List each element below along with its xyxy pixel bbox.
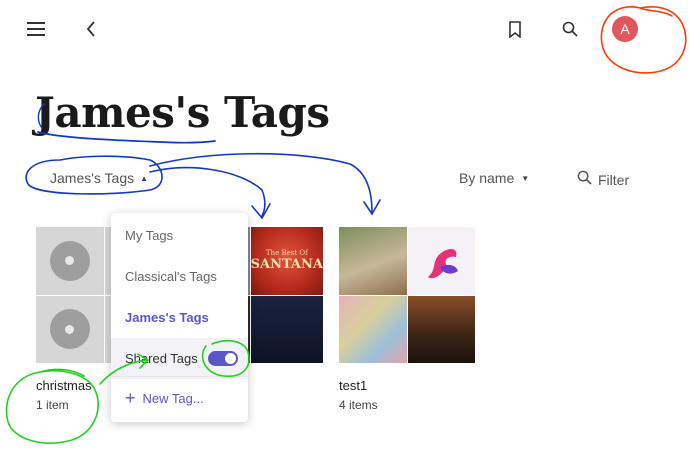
new-tag-button[interactable]: + New Tag... bbox=[125, 389, 204, 407]
caret-up-icon: ▲ bbox=[140, 173, 149, 183]
album-art bbox=[339, 227, 407, 295]
search-icon[interactable] bbox=[558, 17, 582, 41]
chevron-left-icon[interactable] bbox=[79, 17, 103, 41]
album-art-santana: The Best Of SANTANA bbox=[250, 227, 323, 295]
album-art bbox=[407, 295, 475, 363]
tag-selector-label: James's Tags bbox=[50, 170, 135, 186]
placeholder-disc-icon bbox=[36, 227, 104, 295]
dropdown-item-shared-tags[interactable]: Shared Tags bbox=[111, 338, 248, 379]
blue-arrow-line bbox=[149, 166, 266, 217]
tag-card-count: 1 item bbox=[36, 398, 69, 412]
dropdown-divider bbox=[111, 376, 248, 377]
dropdown-item-label: James's Tags bbox=[125, 310, 209, 325]
filter-label: Filter bbox=[598, 172, 630, 188]
blue-arrow-line bbox=[149, 152, 373, 213]
dropdown-item-label: My Tags bbox=[125, 228, 174, 243]
dropdown-item-label: Classical's Tags bbox=[125, 269, 217, 284]
avatar-initial: A bbox=[620, 21, 630, 37]
dropdown-item-my-tags[interactable]: My Tags bbox=[111, 215, 248, 256]
caret-down-icon: ▼ bbox=[521, 173, 530, 183]
album-art bbox=[339, 295, 407, 363]
dropdown-item-classical-tags[interactable]: Classical's Tags bbox=[111, 256, 248, 297]
album-art bbox=[407, 227, 475, 295]
bookmark-icon[interactable] bbox=[503, 17, 527, 41]
blue-arrowhead bbox=[363, 199, 381, 216]
page-title: James's Tags bbox=[35, 88, 330, 137]
new-tag-label: New Tag... bbox=[142, 390, 204, 406]
tag-card-title[interactable]: test1 bbox=[339, 378, 367, 393]
placeholder-disc-icon bbox=[36, 295, 104, 363]
tag-dropdown-menu: My Tags Classical's Tags James's Tags Sh… bbox=[111, 213, 248, 422]
filter-search-icon bbox=[577, 170, 592, 190]
tag-card-art-test1[interactable] bbox=[339, 227, 475, 363]
tag-card-title[interactable]: christmas bbox=[36, 378, 92, 393]
user-avatar[interactable]: A bbox=[612, 16, 638, 42]
album-art-subtitle: The Best Of bbox=[265, 249, 308, 258]
tag-selector[interactable]: James's Tags ▲ bbox=[50, 170, 148, 186]
album-art-title: SANTANA bbox=[250, 257, 323, 273]
shared-tags-toggle[interactable] bbox=[208, 351, 238, 366]
album-art bbox=[250, 295, 323, 363]
dropdown-item-label: Shared Tags bbox=[125, 351, 198, 366]
blue-arrowhead bbox=[251, 203, 271, 220]
hamburger-menu-icon[interactable] bbox=[24, 17, 48, 41]
sort-selector[interactable]: By name ▼ bbox=[459, 170, 529, 186]
sort-label: By name bbox=[459, 170, 515, 186]
dropdown-item-james-tags[interactable]: James's Tags bbox=[111, 297, 248, 338]
tag-card-count: 4 items bbox=[339, 398, 378, 412]
plus-icon: + bbox=[125, 388, 136, 408]
red-annotation-circle bbox=[600, 6, 687, 74]
filter-button[interactable]: Filter bbox=[577, 170, 629, 190]
